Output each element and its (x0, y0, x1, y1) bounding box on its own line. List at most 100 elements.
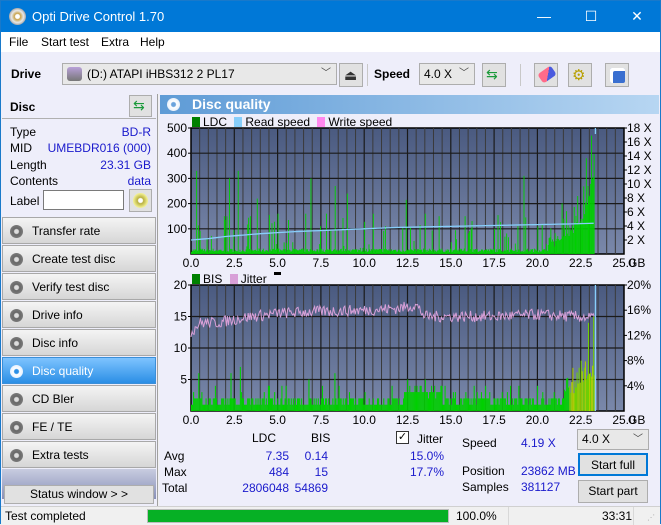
ldc-bar (402, 228, 404, 254)
legend-jitter: Jitter (229, 272, 267, 286)
ldc-bar (211, 250, 213, 254)
bis-bar (451, 398, 453, 411)
bis-bar (271, 398, 273, 411)
ldc-bar (268, 251, 269, 254)
ldc-bar (391, 251, 393, 254)
x-tick-label: 20.0 (526, 413, 550, 427)
ldc-bar (470, 228, 472, 254)
col-bis-header: BIS (311, 431, 331, 445)
total-ldc: 2806048 (242, 481, 289, 495)
ldc-bar (588, 196, 590, 254)
bis-bar (332, 398, 334, 411)
ldc-bar (455, 230, 457, 254)
ldc-bar (392, 250, 394, 254)
start-full-button[interactable]: Start full (578, 453, 648, 476)
ldc-bar (247, 224, 249, 254)
ldc-bar (349, 249, 351, 254)
bis-bar (220, 404, 222, 411)
bis-bar (266, 404, 268, 411)
bis-bar (479, 398, 481, 411)
ldc-bar (289, 250, 291, 254)
bis-bar (574, 381, 576, 411)
position-value: 23862 MB (521, 464, 576, 478)
ldc-bar (281, 250, 283, 254)
bis-bar (372, 398, 374, 411)
ldc-bar (565, 211, 567, 254)
ldc-bar (502, 251, 504, 254)
ldc-bar (262, 250, 263, 254)
ldc-bar (253, 250, 255, 254)
ldc-bar (395, 249, 397, 254)
ldc-bar (391, 249, 392, 254)
ldc-bar (553, 246, 555, 254)
ldc-bar (449, 251, 450, 254)
bis-bar (340, 398, 342, 411)
ldc-bar (404, 251, 406, 254)
ldc-bar (512, 250, 514, 254)
bis-bar (252, 398, 254, 411)
ldc-bar (414, 248, 416, 254)
ldc-bar (375, 249, 377, 254)
bis-bar (537, 385, 539, 411)
bis-bar (199, 398, 201, 411)
bis-bar (253, 404, 255, 411)
bis-bar (442, 404, 444, 411)
ldc-bar (345, 248, 347, 254)
ldc-bar (382, 251, 384, 254)
ldc-bar (565, 235, 567, 254)
ldc-bar (557, 236, 559, 254)
ldc-bar (227, 251, 229, 254)
bis-bar (392, 398, 394, 411)
bis-bar (288, 398, 290, 411)
bis-bar (333, 404, 335, 411)
bis-bar (194, 398, 196, 411)
bis-bar (395, 398, 397, 411)
bis-bar (533, 404, 535, 411)
bis-bar (382, 404, 384, 411)
ldc-bar (397, 249, 399, 254)
ldc-bar (496, 251, 498, 254)
bis-bar (452, 392, 454, 411)
ldc-bar (533, 248, 535, 254)
bis-bar (420, 385, 422, 411)
ldc-bar (410, 227, 411, 254)
bis-bar (233, 398, 235, 411)
bis-bar (369, 404, 371, 411)
test-speed-select[interactable]: 4.0 X ﹀ (577, 429, 649, 450)
ldc-bar (251, 249, 253, 254)
ldc-bar (591, 178, 593, 254)
ldc-bar (513, 250, 515, 254)
ldc-bar (555, 241, 557, 254)
start-part-button[interactable]: Start part (578, 480, 648, 503)
bis-bar (568, 387, 570, 411)
resize-grip-icon[interactable]: ⋰ (647, 513, 655, 522)
ldc-bar (287, 249, 289, 254)
ldc-bar (365, 248, 367, 254)
ldc-bar (271, 223, 273, 254)
ldc-bar (314, 251, 316, 254)
bis-bar (373, 404, 375, 411)
y-tick-label: 20 (174, 278, 188, 292)
ldc-bar (373, 248, 375, 254)
total-bis: 54869 (294, 481, 328, 495)
bis-bar (480, 392, 482, 411)
jitter-checkbox[interactable]: ✓ (396, 431, 409, 444)
ldc-bar (590, 183, 592, 254)
ldc-bar (514, 250, 515, 254)
bis-bar (356, 404, 358, 411)
bis-bar (327, 404, 329, 411)
ldc-bar (539, 250, 541, 254)
bis-bar (201, 392, 203, 411)
bis-bar (200, 398, 202, 411)
ldc-bar (560, 238, 562, 254)
bis-bar (314, 404, 316, 411)
ldc-bar (336, 249, 338, 254)
y-tick-label: 500 (167, 121, 187, 135)
ldc-bar (228, 251, 230, 254)
bis-bar (585, 379, 587, 411)
bis-bar (559, 404, 561, 411)
bis-bar (558, 398, 560, 411)
bis-bar (221, 398, 223, 411)
bis-bar (299, 398, 301, 411)
ldc-bar (265, 250, 267, 254)
